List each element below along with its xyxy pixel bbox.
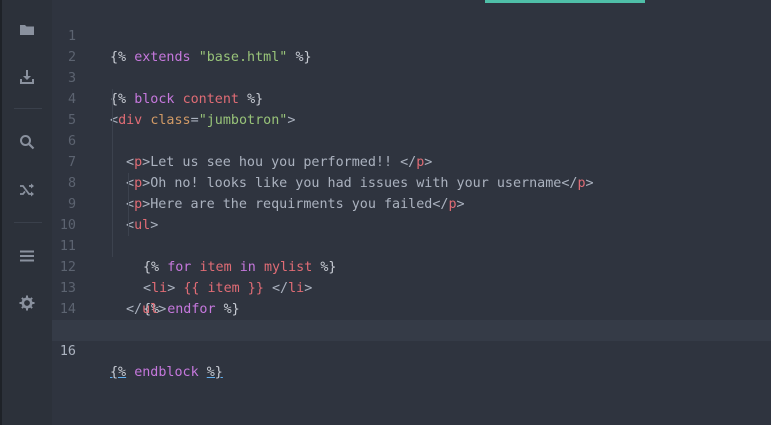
active-code-line[interactable]: 16 {% endblock %} [52,320,771,380]
indent-guide [128,215,129,236]
indent-guide [128,173,129,194]
code-line[interactable]: 7 <p>Here are the requirments you failed… [52,131,771,212]
code-line[interactable]: 15 [52,299,771,338]
indent-guide [112,173,113,194]
code-line[interactable]: 2 [52,26,771,65]
activity-sidebar [0,0,52,425]
code-line[interactable]: 8 <ul> [52,152,771,233]
code-line[interactable]: 12 </ul> [52,236,771,317]
code-line[interactable]: 1 {% extends "base.html" %} [52,5,771,65]
code-line[interactable]: 14 </div> [52,278,771,338]
menu-icon[interactable] [17,246,37,266]
code-line[interactable]: 6 <p>Oh no! looks like you had issues wi… [52,110,771,191]
gear-icon[interactable] [17,293,37,313]
folder-icon[interactable] [17,20,37,40]
indent-guide [128,194,129,215]
download-icon[interactable] [17,67,37,87]
tab-indicator [485,0,645,3]
code-line[interactable]: 11 {% endfor %} [52,215,771,317]
indent-guide [112,131,113,152]
sidebar-divider [14,108,42,109]
shuffle-icon[interactable] [17,180,37,200]
indent-guide [112,110,113,131]
sidebar-divider [14,222,42,223]
code-line[interactable]: 10 <li> {{ item }} </li> [52,194,771,296]
indent-guide [112,236,113,257]
indent-guide [112,194,113,215]
indent-guide [112,215,113,236]
code-line[interactable]: 13 [52,257,771,296]
indent-guide [112,152,113,173]
indent-guide [112,89,113,110]
line-number: 16 [59,344,76,359]
code-text: {% endblock %} [110,365,223,380]
search-icon[interactable] [17,132,37,152]
code-line[interactable]: 5 <p>Let us see hou you performed!! </p> [52,89,771,170]
code-line[interactable]: 9 {% for item in mylist %} [52,173,771,275]
code-editor[interactable]: 1 {% extends "base.html" %} 2 3 {% block… [52,0,771,425]
code-line[interactable]: 3 {% block content %} [52,47,771,107]
code-line[interactable]: 4 <div class="jumbotron"> [52,68,771,128]
